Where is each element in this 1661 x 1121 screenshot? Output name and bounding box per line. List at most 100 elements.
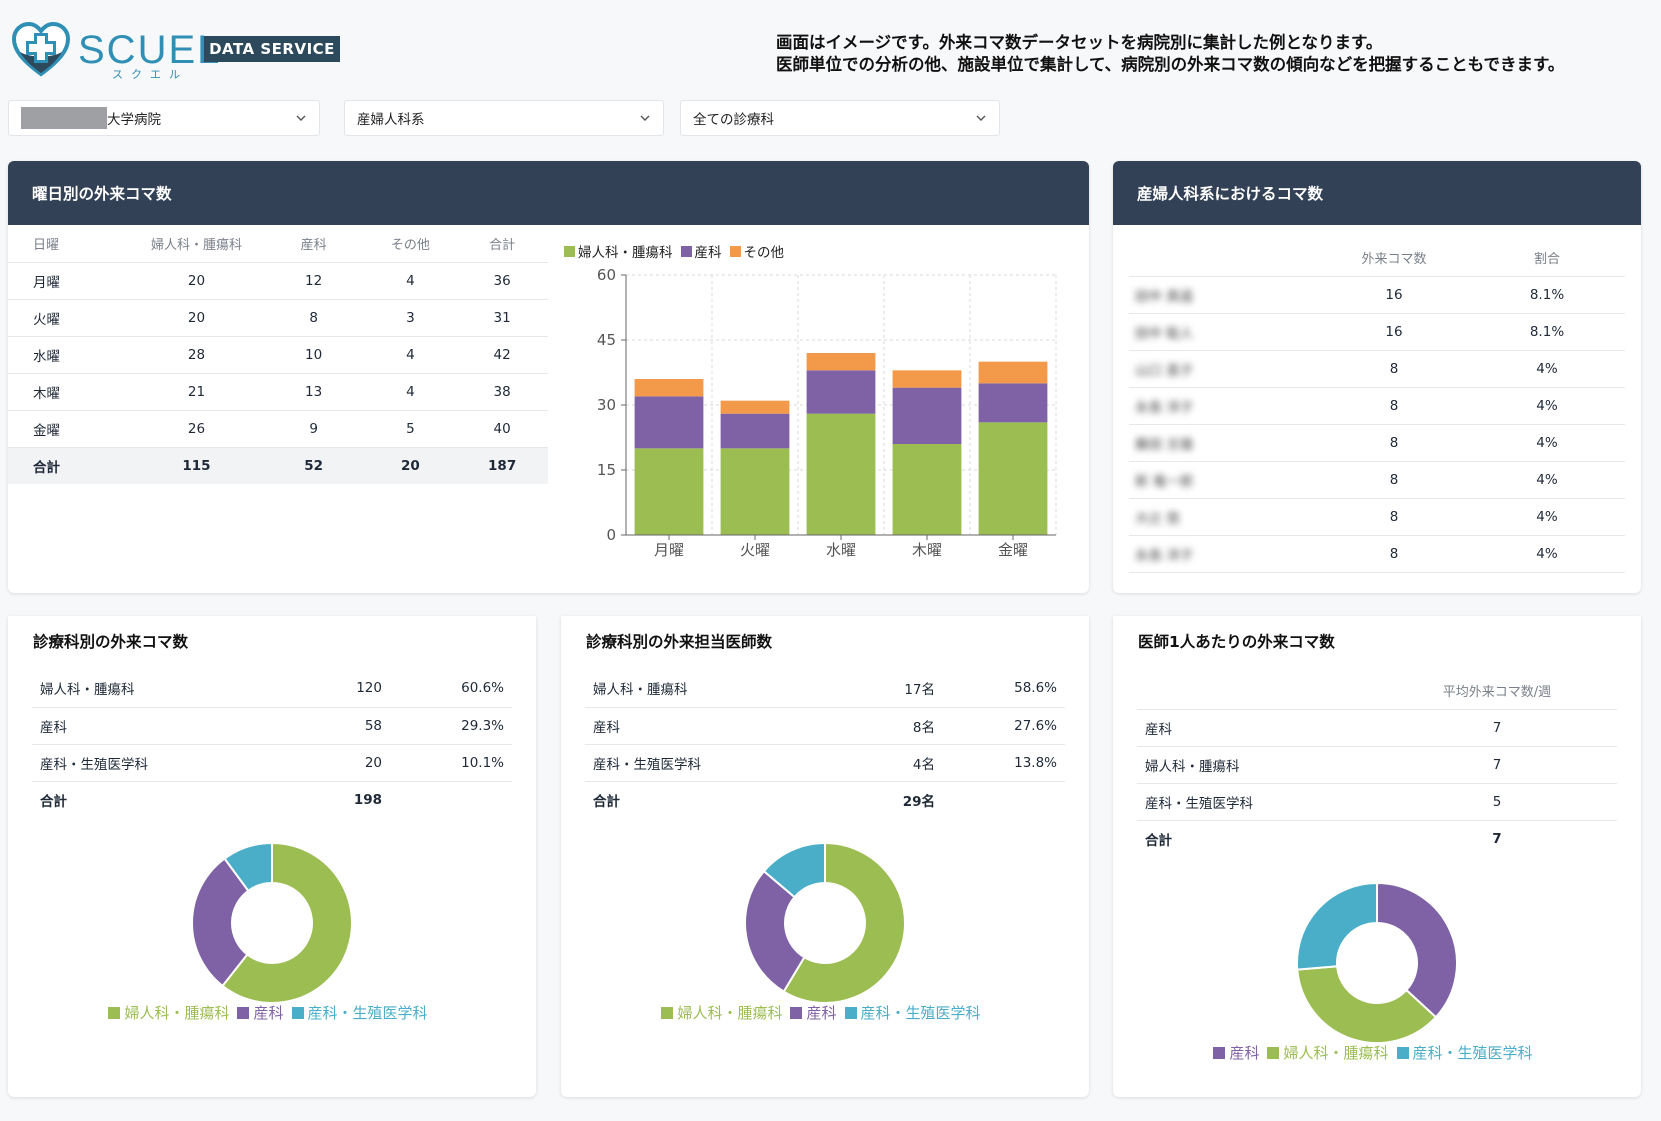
table-row: 金曜 26 9 5 40	[8, 409, 548, 447]
bar-segment	[978, 383, 1048, 423]
y-tick-label: 0	[606, 526, 616, 544]
bar-segment	[806, 413, 876, 535]
cell: 4名	[835, 743, 935, 781]
y-tick-label: 30	[597, 396, 616, 414]
redacted-doctor-name: 田中 真遥	[1135, 288, 1194, 305]
cell: 木曜	[8, 372, 131, 410]
legend-label: 婦人科・腫瘍科	[677, 1004, 783, 1022]
redacted-doctor-name: 新 竜一郎	[1135, 473, 1194, 490]
department-group-select-value: 産婦人科系	[357, 112, 425, 128]
cell: 58.6%	[1014, 680, 1057, 697]
legend-label: 婦人科・腫瘍科	[1283, 1044, 1389, 1062]
weekday-slots-card: 曜日別の外来コマ数 日曜 婦人科・腫瘍科 産科 その他 合計 月曜 20 12 …	[8, 161, 1089, 593]
weekday-table: 日曜 婦人科・腫瘍科 産科 その他 合計 月曜 20 12 4 36 火曜 20…	[8, 225, 548, 484]
table-row: 婦人科・腫瘍科 7	[1137, 745, 1617, 783]
legend-label: その他	[743, 245, 785, 261]
cell: 29名	[835, 780, 935, 818]
cell: 8	[1319, 534, 1469, 573]
cell: 4%	[1469, 386, 1625, 424]
cell: 187	[456, 446, 548, 484]
table-row: 山口 直子 8 4%	[1129, 349, 1625, 387]
cell: 4%	[1469, 423, 1625, 461]
y-tick-label: 60	[597, 267, 616, 284]
table-header-row: 平均外来コマ数/週	[1137, 672, 1617, 709]
cell: 産科・生殖医学科	[585, 743, 835, 781]
cell: 産科	[585, 706, 835, 744]
table-row: 婦人科・腫瘍科 120 60.6%	[32, 670, 512, 707]
weekday-bar-chart: 0 15 30 45 60 月曜 火曜 水曜 木曜 金曜	[597, 267, 1057, 559]
bar-segment	[720, 400, 790, 414]
cell: 16	[1319, 275, 1469, 313]
table-row: 産科・生殖医学科 20 10.1%	[32, 743, 512, 781]
legend-label: 婦人科・腫瘍科	[578, 245, 673, 261]
cell: 8	[1319, 386, 1469, 424]
redacted-doctor-name: 田中 聡人	[1135, 325, 1194, 342]
cell: 38	[456, 372, 548, 410]
legend-label: 産科	[694, 245, 722, 261]
col-header: 割合	[1533, 251, 1560, 267]
department-select[interactable]: 全ての診療科	[680, 100, 1000, 136]
dept-slots-card-title: 診療科別の外来コマ数	[33, 633, 189, 651]
cell: 42	[456, 335, 548, 373]
cell: 20	[364, 446, 457, 484]
legend-swatch	[237, 1006, 250, 1019]
legend-label: 婦人科・腫瘍科	[124, 1004, 230, 1022]
cell: 8	[1319, 497, 1469, 535]
redacted-doctor-name: 永島 洋子	[1135, 547, 1194, 564]
cell: 8	[1319, 460, 1469, 498]
cell: 8.1%	[1469, 312, 1625, 350]
x-tick-label: 火曜	[740, 541, 770, 559]
legend-label: 産科	[1229, 1044, 1260, 1062]
table-row: 産科・生殖医学科 4名 13.8%	[585, 743, 1065, 781]
redacted-doctor-name: 藤田 文雄	[1135, 436, 1194, 453]
cell: 27.6%	[935, 706, 1065, 744]
dept-doctors-card-title: 診療科別の外来担当医師数	[586, 633, 773, 651]
bar-segment	[634, 396, 704, 449]
total-row: 合計 198	[32, 780, 512, 818]
bar-segment	[634, 448, 704, 535]
cell: 8名	[835, 706, 935, 744]
table-row: 藤田 文雄 8 4%	[1129, 423, 1625, 461]
department-select-value: 全ての診療科	[693, 112, 774, 128]
cell: 7	[1377, 708, 1617, 746]
bar-segment	[978, 422, 1048, 535]
dept-doctors-donut-chart	[744, 841, 906, 1004]
cell: 4	[364, 335, 457, 373]
cell: 合計	[8, 446, 131, 484]
x-tick-label: 木曜	[912, 541, 942, 559]
x-tick-label: 金曜	[998, 541, 1028, 559]
table-row: 火曜 20 8 3 31	[8, 298, 548, 336]
bar-segment	[806, 370, 876, 414]
cell: 8	[262, 298, 365, 336]
col-header: その他	[390, 237, 430, 253]
redacted-doctor-name: 大辻 悠	[1135, 510, 1180, 527]
total-row: 合計 7	[1137, 819, 1617, 857]
legend-item: 産科・生殖医学科	[844, 1002, 981, 1023]
y-tick-label: 15	[597, 461, 616, 479]
legend-label: 産科・生殖医学科	[307, 1004, 428, 1022]
cell: 13.8%	[935, 743, 1065, 781]
legend-swatch	[844, 1006, 857, 1019]
bar-segment	[806, 353, 876, 371]
cell: 5	[1377, 782, 1617, 820]
table-row: 水曜 28 10 4 42	[8, 335, 548, 373]
legend-swatch	[661, 1006, 674, 1019]
department-group-select[interactable]: 産婦人科系	[344, 100, 664, 136]
cell: 40	[456, 409, 548, 447]
cell: 12	[262, 261, 365, 299]
legend-item: その他	[729, 241, 785, 261]
cell: 120	[356, 680, 382, 697]
cell: 4%	[1469, 349, 1625, 387]
dept-slots-donut-legend: 婦人科・腫瘍科 産科 産科・生殖医学科	[8, 1002, 536, 1023]
per-doctor-table: 平均外来コマ数/週 産科 7 婦人科・腫瘍科 7 産科・生殖医学科 5 合計 7	[1137, 672, 1617, 857]
hospital-select[interactable]: 大学病院	[8, 100, 320, 136]
cell: 8.1%	[1469, 275, 1625, 313]
table-row: 新 竜一郎 8 4%	[1129, 460, 1625, 498]
table-row: 産科 7	[1137, 708, 1617, 746]
table-row: 婦人科・腫瘍科 17名 58.6%	[585, 670, 1065, 707]
redacted-hospital-name	[21, 107, 107, 129]
table-row: 木曜 21 13 4 38	[8, 372, 548, 410]
redacted-doctor-name: 山口 直子	[1135, 362, 1194, 379]
cell	[382, 780, 512, 818]
cell: 28	[130, 335, 263, 373]
